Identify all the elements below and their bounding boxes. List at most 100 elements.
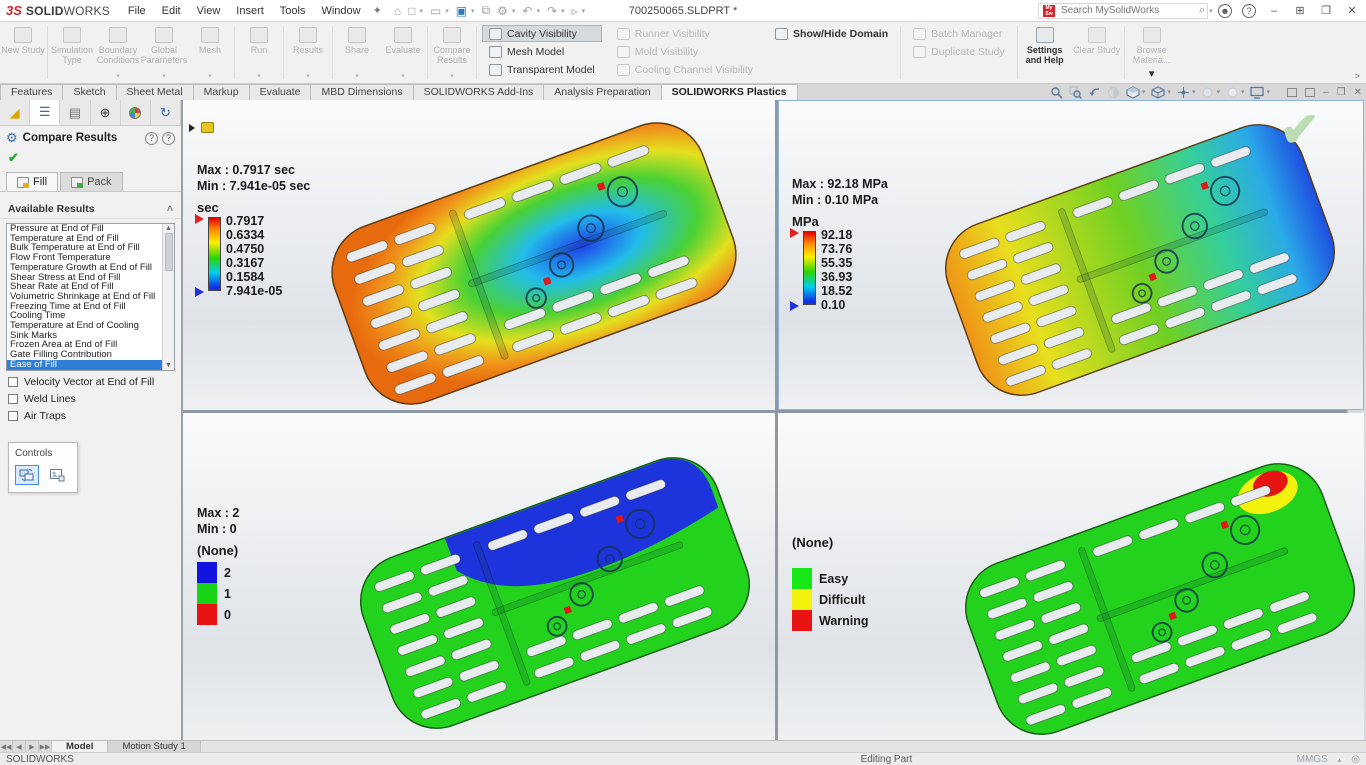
search-input[interactable] bbox=[1059, 4, 1195, 17]
menu-insert[interactable]: Insert bbox=[236, 5, 264, 17]
viewport-fill-time[interactable]: Max : 0.7917 sec Min : 7.941e-05 sec sec… bbox=[183, 100, 775, 410]
units-caret-icon[interactable]: ▴ bbox=[1338, 756, 1342, 764]
home-icon[interactable]: ⌂ bbox=[394, 4, 401, 18]
ok-check-icon[interactable]: ✔ bbox=[0, 148, 181, 170]
save-icon[interactable]: ▣ bbox=[456, 4, 467, 18]
menu-window[interactable]: Window bbox=[321, 5, 360, 17]
part-node-icon[interactable] bbox=[201, 122, 214, 133]
duplicate-study-button[interactable]: Duplicate Study bbox=[906, 43, 1012, 60]
display-style-icon[interactable] bbox=[1151, 86, 1165, 99]
plastics-manager-tab[interactable]: ↻ bbox=[151, 100, 181, 125]
options-gear-icon[interactable]: ⚙ bbox=[497, 4, 508, 18]
compare-results-button[interactable]: Compare Results▾ bbox=[429, 22, 475, 83]
redo-icon[interactable]: ↷ bbox=[547, 4, 557, 18]
boundary-conditions-button[interactable]: Boundary Conditions▾ bbox=[95, 22, 141, 83]
attach-icon[interactable]: ⧉ bbox=[482, 3, 491, 18]
ribbon-collapse-icon[interactable]: ˃ bbox=[1355, 71, 1360, 81]
appearances-tab[interactable] bbox=[121, 100, 151, 125]
doc-restore-button[interactable]: ❐ bbox=[1337, 87, 1346, 98]
tab-solidworks-plastics[interactable]: SOLIDWORKS Plastics bbox=[661, 84, 798, 100]
panel-help-icon[interactable]: ? bbox=[162, 132, 175, 145]
zoom-to-fit-icon[interactable] bbox=[1050, 86, 1063, 99]
previous-view-icon[interactable] bbox=[1088, 86, 1101, 99]
property-manager-tab[interactable]: ☰ bbox=[30, 100, 60, 125]
evaluate-button[interactable]: Evaluate▾ bbox=[380, 22, 426, 83]
scroll-thumb[interactable] bbox=[165, 233, 173, 271]
scroll-up-icon[interactable]: ▲ bbox=[165, 225, 172, 232]
available-results-list[interactable]: Pressure at End of Fill Temperature at E… bbox=[6, 223, 175, 371]
zoom-to-area-icon[interactable] bbox=[1069, 86, 1082, 99]
pack-tab[interactable]: Pack bbox=[60, 172, 122, 191]
doc-tile-icon[interactable] bbox=[1287, 88, 1297, 97]
viewport-frozen-area[interactable]: Max : 2 Min : 0 (None) 2 1 0 bbox=[183, 413, 775, 740]
units-label[interactable]: MMGS bbox=[1297, 754, 1328, 765]
results-button[interactable]: Results▾ bbox=[285, 22, 331, 83]
browse-material-button[interactable]: Browse Materia...▾ bbox=[1126, 22, 1178, 83]
whats-new-help-icon[interactable]: ? bbox=[145, 132, 158, 145]
tab-sheet-metal[interactable]: Sheet Metal bbox=[116, 84, 194, 100]
first-tab-icon[interactable]: ◀◀ bbox=[0, 741, 13, 752]
mesh-model-button[interactable]: Mesh Model bbox=[482, 43, 602, 60]
graphics-area[interactable]: Max : 0.7917 sec Min : 7.941e-05 sec sec… bbox=[183, 100, 1347, 740]
close-button[interactable]: ✕ bbox=[1344, 4, 1360, 17]
cooling-channel-visibility-button[interactable]: Cooling Channel Visibility bbox=[610, 61, 760, 78]
transparent-model-button[interactable]: Transparent Model bbox=[482, 61, 602, 78]
quick-tips-icon[interactable]: ◎ bbox=[1351, 754, 1360, 765]
open-icon[interactable]: ▭ bbox=[430, 4, 441, 18]
section-view-icon[interactable] bbox=[1107, 86, 1120, 99]
list-item-selected[interactable]: Ease of Fill bbox=[7, 360, 174, 370]
view-orientation-icon[interactable] bbox=[1177, 86, 1190, 99]
runner-visibility-button[interactable]: Runner Visibility bbox=[610, 25, 760, 42]
list-scrollbar[interactable]: ▲▼ bbox=[162, 224, 174, 370]
viewport-pressure[interactable]: ✔ Max : 92.18 MPa Min : 0.10 MPa MPa 92.… bbox=[778, 100, 1364, 410]
tab-sketch[interactable]: Sketch bbox=[62, 84, 116, 100]
edit-appearance-icon[interactable] bbox=[1226, 86, 1239, 99]
global-parameters-button[interactable]: Global Parameters▾ bbox=[141, 22, 187, 83]
tab-markup[interactable]: Markup bbox=[193, 84, 250, 100]
doc-close-button[interactable]: ✕ bbox=[1354, 87, 1362, 98]
hide-show-items-icon[interactable] bbox=[1201, 86, 1214, 99]
available-results-header[interactable]: Available Results ˄ bbox=[0, 198, 181, 219]
help-icon[interactable]: ? bbox=[1242, 4, 1256, 18]
doc-cascade-icon[interactable] bbox=[1305, 88, 1315, 97]
weld-lines-checkbox[interactable] bbox=[8, 394, 18, 404]
share-button[interactable]: Share▾ bbox=[334, 22, 380, 83]
doc-minimize-button[interactable]: – bbox=[1323, 87, 1329, 98]
viewport-ease-of-fill[interactable]: (None) Easy Difficult Warning bbox=[778, 413, 1364, 740]
tab-evaluate[interactable]: Evaluate bbox=[249, 84, 312, 100]
motion-study-tab[interactable]: Motion Study 1 bbox=[108, 741, 200, 752]
tab-mbd-dimensions[interactable]: MBD Dimensions bbox=[310, 84, 413, 100]
sync-views-button[interactable] bbox=[15, 465, 39, 485]
select-arrow-icon[interactable]: ▹ bbox=[572, 4, 578, 18]
view-settings-icon[interactable] bbox=[1250, 86, 1264, 99]
velocity-vector-checkbox[interactable] bbox=[8, 377, 18, 387]
menu-tools[interactable]: Tools bbox=[280, 5, 306, 17]
minimize-button[interactable]: – bbox=[1266, 5, 1282, 17]
next-tab-icon[interactable]: ▶ bbox=[26, 741, 39, 752]
model-ease-of-fill[interactable] bbox=[934, 413, 1364, 740]
menu-edit[interactable]: Edit bbox=[162, 5, 181, 17]
run-button[interactable]: Run▾ bbox=[236, 22, 282, 83]
restore-button[interactable]: ❐ bbox=[1318, 4, 1334, 17]
cavity-visibility-button[interactable]: Cavity Visibility bbox=[482, 25, 602, 42]
mesh-button[interactable]: Mesh▾ bbox=[187, 22, 233, 83]
settings-and-help-button[interactable]: Settings and Help bbox=[1019, 22, 1071, 83]
tab-features[interactable]: Features bbox=[0, 84, 63, 100]
flyout-tree-arrow-icon[interactable] bbox=[189, 124, 195, 132]
tab-analysis-preparation[interactable]: Analysis Preparation bbox=[543, 84, 661, 100]
search-icon[interactable]: ⌕ bbox=[1199, 4, 1205, 17]
user-account-icon[interactable]: ☻ bbox=[1218, 4, 1232, 18]
model-frozen-area[interactable] bbox=[329, 413, 775, 740]
last-tab-icon[interactable]: ▶▶ bbox=[39, 741, 52, 752]
dim-xpert-tab[interactable]: ⊕ bbox=[91, 100, 121, 125]
new-study-button[interactable]: New Study bbox=[0, 22, 46, 83]
fill-tab[interactable]: Fill bbox=[6, 172, 58, 191]
menu-file[interactable]: File bbox=[128, 5, 146, 17]
save-image-button[interactable] bbox=[45, 465, 69, 485]
scroll-down-icon[interactable]: ▼ bbox=[165, 362, 172, 369]
simulation-type-button[interactable]: Simulation Type bbox=[49, 22, 95, 83]
configuration-manager-tab[interactable]: ▤ bbox=[60, 100, 90, 125]
show-hide-domain-button[interactable]: Show/Hide Domain bbox=[768, 25, 895, 42]
batch-manager-button[interactable]: Batch Manager bbox=[906, 25, 1012, 42]
prev-tab-icon[interactable]: ◀ bbox=[13, 741, 26, 752]
